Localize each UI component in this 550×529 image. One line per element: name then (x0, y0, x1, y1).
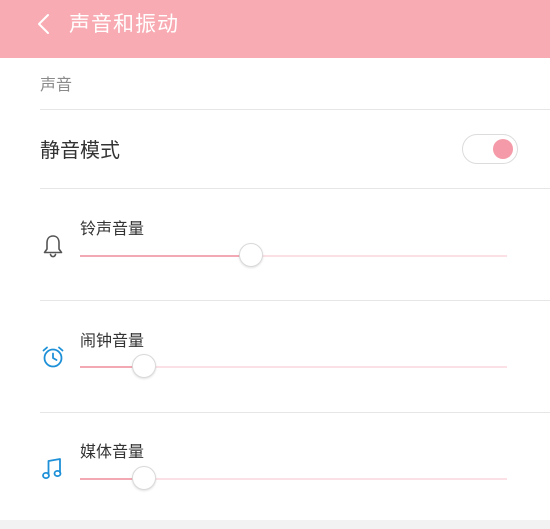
divider (40, 412, 550, 413)
alarm-volume-thumb[interactable] (132, 354, 157, 378)
media-volume-label: 媒体音量 (80, 442, 145, 461)
toggle-knob (493, 139, 513, 159)
media-volume-slider[interactable] (80, 466, 507, 490)
alarm-volume-label: 闹钟音量 (80, 331, 145, 350)
chevron-left-icon (38, 14, 49, 34)
ringtone-volume-thumb[interactable] (238, 243, 263, 267)
divider (40, 300, 550, 301)
sound-vibration-screen: 声音和振动 声音 静音模式 铃声音量 闹钟音量 媒体音量 (0, 0, 550, 529)
bottom-strip (0, 520, 550, 529)
mute-mode-toggle[interactable] (462, 134, 518, 164)
media-volume-thumb[interactable] (132, 466, 157, 490)
mute-mode-label: 静音模式 (40, 138, 120, 162)
slider-fill (80, 255, 251, 257)
music-note-icon (42, 458, 62, 479)
page-title: 声音和振动 (69, 12, 179, 36)
ringtone-volume-slider[interactable] (80, 243, 507, 267)
divider (40, 109, 550, 110)
divider (40, 188, 550, 189)
ringtone-volume-label: 铃声音量 (80, 219, 145, 238)
title-bar: 声音和振动 (0, 0, 550, 58)
bell-icon (43, 235, 63, 258)
section-header-sound: 声音 (40, 75, 73, 94)
back-button[interactable] (30, 10, 58, 38)
alarm-volume-slider[interactable] (80, 354, 507, 378)
alarm-clock-icon (42, 346, 64, 368)
